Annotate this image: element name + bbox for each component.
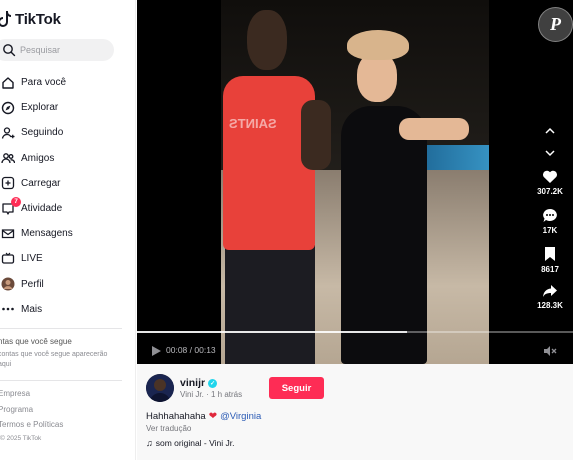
- follow-button[interactable]: Seguir: [269, 377, 324, 399]
- play-button[interactable]: [150, 344, 162, 356]
- following-accounts-description: contas que você segue aparecerão aqui: [0, 351, 108, 368]
- video-progress-bar[interactable]: [137, 331, 573, 333]
- search-icon: [2, 43, 16, 57]
- mute-button[interactable]: [543, 344, 557, 356]
- sidebar-item-label: LIVE: [21, 253, 43, 265]
- sidebar-item-mais[interactable]: Mais: [0, 297, 136, 322]
- video-time: 00:08 / 00:13: [166, 345, 216, 355]
- sidebar-divider: [0, 380, 122, 381]
- share-arrow-icon: [543, 285, 557, 297]
- user-plus-icon: [0, 125, 16, 141]
- like-count: 307.2K: [537, 187, 563, 196]
- bookmark-icon: [545, 247, 555, 261]
- speaker-muted-icon: [544, 346, 557, 356]
- share-action[interactable]: 128.3K: [530, 284, 570, 310]
- sidebar-divider: [0, 328, 122, 329]
- avatar: [0, 276, 16, 292]
- red-heart-emoji-icon: ❤: [208, 411, 218, 422]
- chevron-up-icon: [545, 127, 555, 134]
- home-icon: [0, 75, 16, 91]
- comment-icon: [543, 209, 557, 222]
- cowboy-hat: [347, 30, 409, 60]
- message-icon: [0, 226, 16, 242]
- post-time: 1 h atrás: [210, 390, 243, 399]
- live-icon: [0, 251, 16, 267]
- sidebar-item-label: Mensagens: [21, 228, 73, 240]
- sidebar-item-carregar[interactable]: Carregar: [0, 171, 136, 196]
- previous-video-button[interactable]: [540, 122, 560, 138]
- sidebar-item-label: Carregar: [21, 177, 61, 189]
- footer-link-termos[interactable]: Termos e Políticas: [0, 420, 63, 429]
- author-subline: Vini Jr. · 1 h atrás: [180, 390, 243, 399]
- save-action[interactable]: 8617: [530, 246, 570, 274]
- comment-action[interactable]: 17K: [530, 208, 570, 235]
- shirt-text: SAINTS: [229, 116, 277, 131]
- like-action[interactable]: 307.2K: [530, 170, 570, 196]
- person-right-dress: [341, 106, 427, 364]
- caption-text: Hahhahahaha: [146, 411, 206, 422]
- sidebar-item-label: Perfil: [21, 278, 44, 290]
- video-frame: SAINTS: [221, 0, 489, 364]
- copyright-text: © 2025 TikTok: [0, 435, 42, 442]
- comment-count: 17K: [542, 226, 558, 235]
- sidebar-item-amigos[interactable]: Amigos: [0, 146, 136, 171]
- tiktok-wordmark: TikTok: [15, 10, 61, 28]
- person-left-arm: [301, 100, 331, 170]
- tiktok-note-icon: [0, 9, 14, 29]
- sidebar-item-explorar[interactable]: Explorar: [0, 95, 136, 120]
- display-name: Vini Jr.: [180, 390, 204, 399]
- time-current: 00:08: [166, 345, 188, 355]
- tiktok-logo[interactable]: TikTok: [0, 8, 61, 30]
- sidebar-item-perfil[interactable]: Perfil: [0, 272, 136, 297]
- more-icon: [0, 301, 16, 317]
- sidebar-item-para-voce[interactable]: Para você: [0, 70, 136, 95]
- following-accounts-title: ntas que você segue: [0, 337, 72, 346]
- person-right-arm: [399, 118, 469, 140]
- music-title: som original - Vini Jr.: [155, 438, 235, 448]
- author-username[interactable]: vinijr ✓: [180, 377, 218, 389]
- sidebar-item-label: Mais: [21, 303, 43, 315]
- sidebar-nav: Para você Explorar Seguindo Amigos Carre…: [0, 70, 136, 322]
- sidebar-item-live[interactable]: LIVE: [0, 246, 136, 271]
- share-count: 128.3K: [537, 301, 563, 310]
- tiktok-page: TikTok Para você Explorar: [0, 0, 580, 460]
- person-left-head: [247, 10, 287, 70]
- sidebar-item-atividade[interactable]: 7 Atividade: [0, 196, 136, 221]
- post-caption: Hahhahahaha ❤ @Virginia: [146, 411, 261, 422]
- sidebar-item-label: Atividade: [21, 203, 63, 215]
- search-bar[interactable]: [0, 39, 114, 61]
- music-note-icon: ♫: [146, 438, 153, 448]
- play-icon: [152, 346, 161, 356]
- sidebar: TikTok Para você Explorar: [0, 0, 136, 460]
- upload-icon: [0, 175, 16, 191]
- chevron-down-icon: [545, 149, 555, 156]
- person-left-pants: [225, 245, 315, 364]
- video-progress-fill: [137, 331, 408, 333]
- music-link[interactable]: ♫ som original - Vini Jr.: [146, 438, 234, 448]
- footer-link-programa[interactable]: Programa: [0, 405, 33, 414]
- notification-badge: 7: [11, 196, 21, 207]
- mention-link[interactable]: @Virginia: [220, 411, 261, 422]
- verified-badge-icon: ✓: [208, 378, 218, 388]
- sidebar-item-mensagens[interactable]: Mensagens: [0, 221, 136, 246]
- sidebar-item-label: Amigos: [21, 152, 55, 164]
- compass-icon: [0, 100, 16, 116]
- author-avatar[interactable]: [146, 374, 174, 402]
- heart-icon: [543, 170, 557, 183]
- sidebar-item-label: Para você: [21, 77, 67, 89]
- sidebar-item-seguindo[interactable]: Seguindo: [0, 120, 136, 145]
- see-translation-link[interactable]: Ver tradução: [146, 424, 191, 433]
- time-total: 00:13: [194, 345, 216, 355]
- search-input[interactable]: [20, 45, 110, 55]
- sidebar-item-label: Seguindo: [21, 127, 64, 139]
- inbox-icon: 7: [0, 196, 21, 217]
- watermark-logo: P: [538, 7, 573, 42]
- sidebar-item-label: Explorar: [21, 102, 59, 114]
- footer-link-empresa[interactable]: Empresa: [0, 389, 30, 398]
- next-video-button[interactable]: [540, 145, 560, 161]
- username-text: vinijr: [180, 377, 206, 389]
- save-count: 8617: [541, 265, 559, 274]
- friends-icon: [0, 150, 16, 166]
- video-player[interactable]: SAINTS: [137, 0, 573, 364]
